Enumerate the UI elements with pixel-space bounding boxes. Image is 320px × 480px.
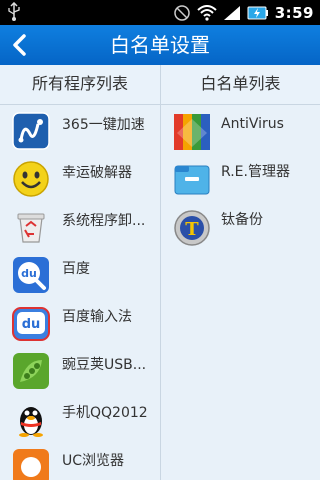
- app-list-item[interactable]: 幸运破解器: [0, 153, 160, 201]
- app-list-item[interactable]: 系统程序卸...: [0, 201, 160, 249]
- app-list-item[interactable]: du 百度输入法: [0, 297, 160, 345]
- whitelist-label: AntiVirus: [221, 116, 284, 132]
- app-label: 百度: [62, 261, 90, 277]
- battery-charging-icon: [247, 6, 268, 19]
- re-manager-app-icon: [174, 165, 210, 195]
- speedup-app-icon: [12, 112, 50, 150]
- app-list-item[interactable]: 豌豆荚USB...: [0, 345, 160, 393]
- app-list-item[interactable]: du 百度: [0, 249, 160, 297]
- whitelist-item[interactable]: AntiVirus: [161, 105, 320, 153]
- uc-browser-app-icon: [13, 449, 49, 480]
- app-label: UC浏览器: [62, 453, 125, 469]
- whitelist-list[interactable]: AntiVirus R.E.管理器 T 钛备份: [161, 105, 320, 480]
- all-apps-header: 所有程序列表: [31, 74, 128, 93]
- recycle-bin-app-icon: [17, 213, 45, 243]
- pea-pod-app-icon: [13, 353, 49, 389]
- titanium-backup-app-icon: T: [174, 210, 210, 246]
- qq-penguin-app-icon: [19, 407, 43, 437]
- app-label: 豌豆荚USB...: [62, 357, 147, 373]
- svg-text:du: du: [21, 267, 37, 280]
- ringer-vibrate-icon: [173, 4, 190, 21]
- whitelist-label: R.E.管理器: [221, 164, 290, 180]
- app-label: 系统程序卸...: [62, 213, 146, 229]
- svg-text:du: du: [22, 317, 41, 332]
- app-list-item[interactable]: 手机QQ2012: [0, 393, 160, 441]
- avg-antivirus-app-icon: [174, 114, 210, 150]
- status-bar: 3:59: [0, 0, 320, 25]
- baidu-search-app-icon: du: [13, 257, 49, 293]
- title-bar: 白名单设置: [0, 25, 320, 65]
- smiley-app-icon: [13, 161, 49, 197]
- all-apps-list[interactable]: 365一键加速 幸运破解器 系统程序卸... du 百度 du 百度输入法 豌豆…: [0, 105, 160, 480]
- app-list-item[interactable]: 365一键加速: [0, 105, 160, 153]
- wifi-icon: [197, 4, 217, 21]
- app-label: 幸运破解器: [62, 165, 132, 181]
- usb-icon: [8, 2, 20, 21]
- whitelist-header: 白名单列表: [200, 74, 281, 93]
- app-label: 百度输入法: [62, 309, 132, 325]
- app-list-item[interactable]: UC浏览器: [0, 441, 160, 480]
- baidu-input-app-icon: du: [12, 307, 50, 341]
- page-title: 白名单设置: [110, 33, 210, 57]
- whitelist-item[interactable]: R.E.管理器: [161, 153, 320, 201]
- whitelist-item[interactable]: T 钛备份: [161, 201, 320, 249]
- signal-icon: [223, 5, 240, 20]
- app-label: 手机QQ2012: [62, 405, 148, 421]
- app-label: 365一键加速: [62, 117, 145, 133]
- svg-text:T: T: [185, 219, 199, 240]
- clock-time: 3:59: [274, 3, 314, 22]
- whitelist-label: 钛备份: [221, 212, 263, 228]
